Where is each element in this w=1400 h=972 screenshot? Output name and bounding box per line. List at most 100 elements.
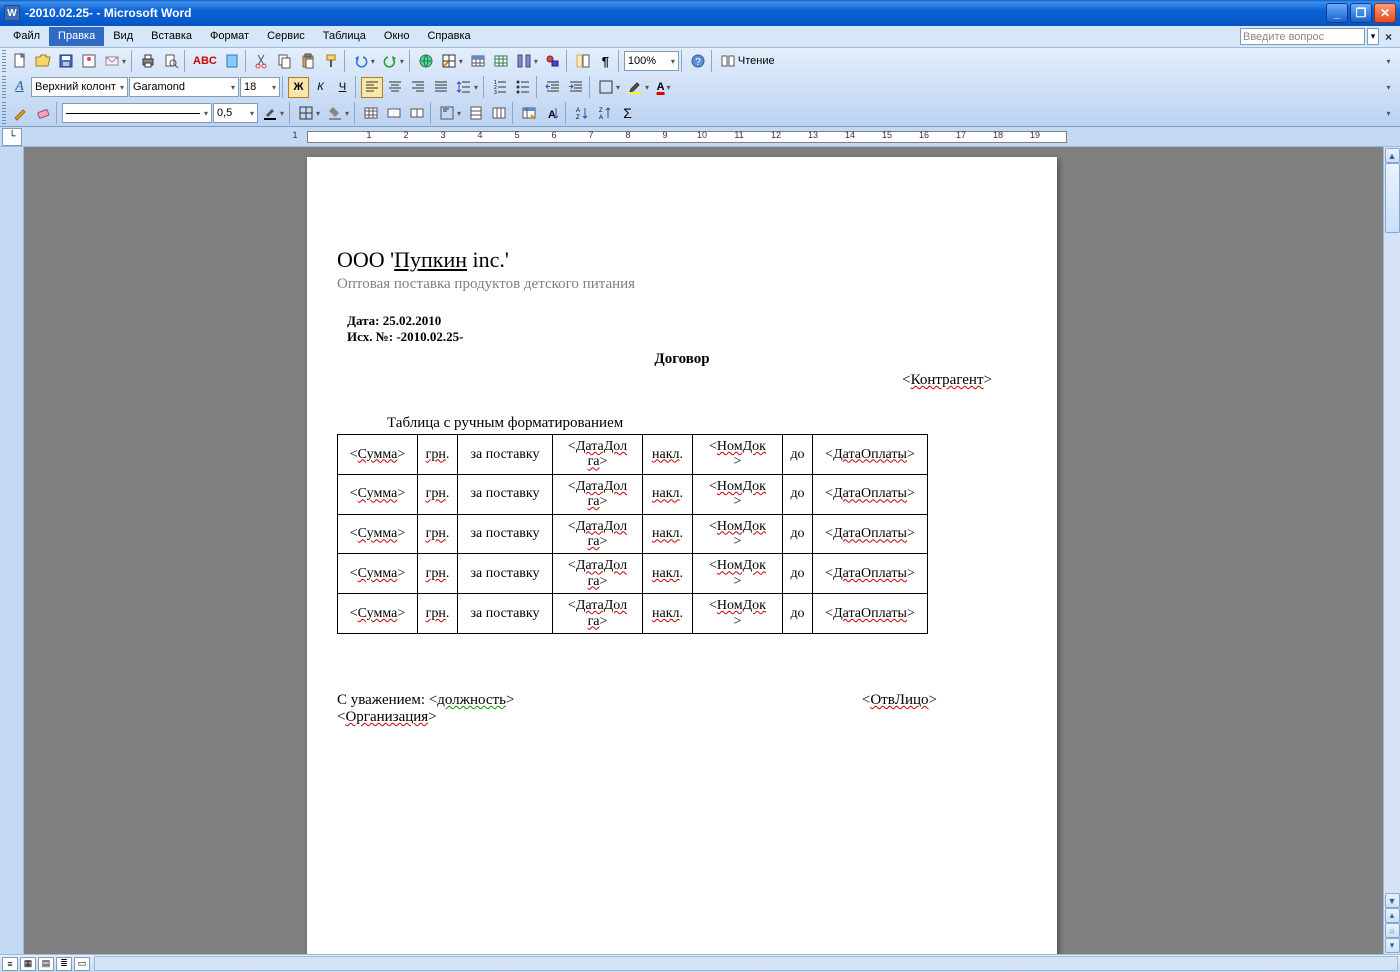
align-cell-icon[interactable] xyxy=(436,103,464,124)
insert-table-btn-icon[interactable] xyxy=(360,103,382,124)
insert-table-icon[interactable] xyxy=(467,51,489,72)
eraser-icon[interactable] xyxy=(32,103,54,124)
vertical-ruler[interactable] xyxy=(0,147,24,954)
print-preview-icon[interactable] xyxy=(160,51,182,72)
toolbar-grip[interactable] xyxy=(2,102,6,124)
align-justify-icon[interactable] xyxy=(430,77,452,98)
bullets-icon[interactable] xyxy=(512,77,534,98)
menu-insert[interactable]: Вставка xyxy=(142,27,201,46)
print-layout-icon[interactable]: ▤ xyxy=(38,957,54,971)
line-style-combo[interactable] xyxy=(62,103,212,123)
scroll-up-icon[interactable]: ▲ xyxy=(1385,148,1400,163)
increase-indent-icon[interactable] xyxy=(565,77,587,98)
underline-button[interactable]: Ч xyxy=(332,77,353,98)
document-area[interactable]: ООО 'Пупкин inc.' Оптовая поставка проду… xyxy=(24,147,1383,954)
menu-help[interactable]: Справка xyxy=(418,27,479,46)
menu-table[interactable]: Таблица xyxy=(314,27,375,46)
highlight-icon[interactable] xyxy=(624,77,652,98)
close-button[interactable]: ✕ xyxy=(1374,3,1396,23)
show-hide-icon[interactable]: ¶ xyxy=(595,51,616,72)
minimize-button[interactable]: _ xyxy=(1326,3,1348,23)
align-right-icon[interactable] xyxy=(407,77,429,98)
line-spacing-icon[interactable] xyxy=(453,77,481,98)
toolbar-grip[interactable] xyxy=(2,50,6,72)
tab-selector[interactable]: └ xyxy=(2,128,22,146)
tables-borders-icon[interactable] xyxy=(438,51,466,72)
autosum-icon[interactable]: Σ xyxy=(617,103,638,124)
vertical-scrollbar[interactable]: ▲ ▼ ▴ ○ ▾ xyxy=(1383,147,1400,954)
prev-page-icon[interactable]: ▴ xyxy=(1385,908,1400,923)
italic-button[interactable]: К xyxy=(310,77,331,98)
sort-desc-icon[interactable]: ZA xyxy=(594,103,616,124)
scroll-thumb[interactable] xyxy=(1385,163,1400,233)
menu-tools[interactable]: Сервис xyxy=(258,27,314,46)
merge-cells-icon[interactable] xyxy=(383,103,405,124)
excel-icon[interactable] xyxy=(490,51,512,72)
zoom-combo[interactable]: 100% xyxy=(624,51,679,71)
doc-map-icon[interactable] xyxy=(572,51,594,72)
hyperlink-icon[interactable] xyxy=(415,51,437,72)
toolbar-options-icon[interactable] xyxy=(1377,51,1398,72)
border-color-icon[interactable] xyxy=(259,103,287,124)
research-icon[interactable] xyxy=(221,51,243,72)
align-left-icon[interactable] xyxy=(361,77,383,98)
help-search-dropdown[interactable]: ▾ xyxy=(1367,28,1379,45)
scroll-down-icon[interactable]: ▼ xyxy=(1385,893,1400,908)
menu-view[interactable]: Вид xyxy=(104,27,142,46)
columns-icon[interactable] xyxy=(513,51,541,72)
numbering-icon[interactable]: 123 xyxy=(489,77,511,98)
line-weight-combo[interactable]: 0,5 xyxy=(213,103,258,123)
format-painter-icon[interactable] xyxy=(320,51,342,72)
horizontal-scrollbar[interactable] xyxy=(94,956,1398,971)
borders-icon[interactable] xyxy=(295,103,323,124)
undo-icon[interactable] xyxy=(350,51,378,72)
font-size-combo[interactable]: 18 xyxy=(240,77,280,97)
distribute-rows-icon[interactable] xyxy=(465,103,487,124)
menu-window[interactable]: Окно xyxy=(375,27,419,46)
reading-layout-icon[interactable]: ▭ xyxy=(74,957,90,971)
copy-icon[interactable] xyxy=(274,51,296,72)
cut-icon[interactable] xyxy=(251,51,273,72)
paste-icon[interactable] xyxy=(297,51,319,72)
menu-format[interactable]: Формат xyxy=(201,27,258,46)
word-help-icon[interactable]: ? xyxy=(687,51,709,72)
shading-color-icon[interactable] xyxy=(324,103,352,124)
font-color-icon[interactable]: A xyxy=(653,77,674,98)
save-icon[interactable] xyxy=(55,51,77,72)
normal-view-icon[interactable]: ≡ xyxy=(2,957,18,971)
split-cells-icon[interactable] xyxy=(406,103,428,124)
redo-icon[interactable] xyxy=(379,51,407,72)
maximize-button[interactable]: ❐ xyxy=(1350,3,1372,23)
drawing-icon[interactable] xyxy=(542,51,564,72)
outline-view-icon[interactable]: ≣ xyxy=(56,957,72,971)
mail-icon[interactable] xyxy=(101,51,129,72)
sort-asc-icon[interactable]: AZ xyxy=(571,103,593,124)
read-mode-icon[interactable]: Чтение xyxy=(717,51,778,72)
align-center-icon[interactable] xyxy=(384,77,406,98)
spell-check-icon[interactable]: ABC xyxy=(190,51,220,72)
draw-table-icon[interactable] xyxy=(9,103,31,124)
close-doc-button[interactable]: × xyxy=(1385,30,1392,44)
table-autoformat-icon[interactable] xyxy=(518,103,540,124)
print-icon[interactable] xyxy=(137,51,159,72)
open-icon[interactable] xyxy=(32,51,54,72)
style-combo[interactable]: Верхний колонт xyxy=(31,77,128,97)
new-doc-icon[interactable] xyxy=(9,51,31,72)
menu-file[interactable]: Файл xyxy=(4,27,49,46)
outside-border-icon[interactable] xyxy=(595,77,623,98)
next-page-icon[interactable]: ▾ xyxy=(1385,938,1400,953)
page[interactable]: ООО 'Пупкин inc.' Оптовая поставка проду… xyxy=(307,157,1057,954)
menu-edit[interactable]: Правка xyxy=(49,27,104,46)
permissions-icon[interactable] xyxy=(78,51,100,72)
browse-object-icon[interactable]: ○ xyxy=(1385,923,1400,938)
toolbar-options-icon[interactable] xyxy=(1377,103,1398,124)
toolbar-options-icon[interactable] xyxy=(1377,77,1398,98)
decrease-indent-icon[interactable] xyxy=(542,77,564,98)
styles-pane-icon[interactable]: A xyxy=(9,77,30,98)
toolbar-grip[interactable] xyxy=(2,76,6,98)
horizontal-ruler[interactable]: 112345678910111213141516171819 xyxy=(307,128,1400,146)
bold-button[interactable]: Ж xyxy=(288,77,309,98)
help-search-input[interactable] xyxy=(1240,28,1365,45)
font-combo[interactable]: Garamond xyxy=(129,77,239,97)
distribute-cols-icon[interactable] xyxy=(488,103,510,124)
